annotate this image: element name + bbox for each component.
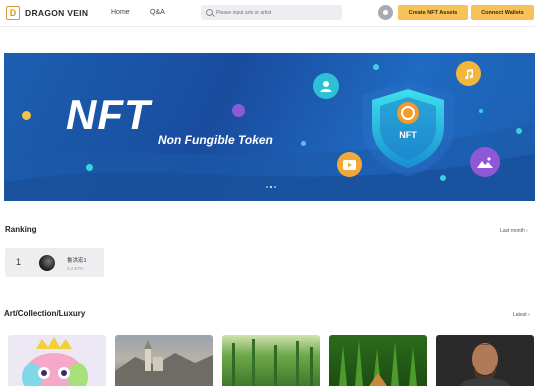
chevron-right-icon: › — [528, 312, 530, 318]
connect-wallets-button[interactable]: Connect Wallets — [471, 5, 534, 20]
carousel-indicator[interactable] — [274, 186, 276, 188]
collection-title: Art/Collection/Luxury — [4, 309, 86, 318]
grass-field-image — [339, 339, 417, 386]
decor-dot — [516, 128, 522, 134]
decor-dot — [301, 141, 306, 146]
top-nav-bar: D DRAGON VEIN Home Q&A Create NFT Assets… — [0, 0, 535, 27]
nft-card-image[interactable] — [115, 335, 213, 386]
banner-title: NFT — [66, 91, 151, 138]
image-bubble-icon — [470, 147, 500, 177]
search-input[interactable] — [213, 8, 338, 17]
nft-card-image[interactable] — [436, 335, 534, 386]
decor-dot — [22, 111, 31, 120]
decor-dot — [479, 109, 483, 113]
decor-dot — [86, 164, 93, 171]
artist-avatar — [39, 255, 55, 271]
portrait-man-image — [460, 343, 510, 386]
carousel-indicator-active[interactable] — [270, 186, 272, 188]
nav-qa-link[interactable]: Q&A — [150, 9, 165, 16]
carousel-indicator[interactable] — [266, 186, 268, 188]
shield-label: NFT — [399, 130, 417, 140]
nft-card-image[interactable] — [222, 335, 320, 386]
music-bubble-icon — [456, 61, 481, 86]
banner-subtitle: Non Fungible Token — [158, 133, 273, 147]
ranking-filter-label: Last month — [500, 228, 525, 234]
search-icon — [206, 9, 213, 16]
cartoon-character-image — [22, 337, 88, 386]
nav-home-link[interactable]: Home — [111, 9, 130, 16]
decor-dot — [373, 64, 379, 70]
create-nft-assets-button[interactable]: Create NFT Assets — [398, 5, 468, 20]
nft-card-image[interactable] — [8, 335, 106, 386]
logo-text: DRAGON VEIN — [25, 8, 89, 18]
chevron-right-icon: › — [526, 228, 528, 234]
ranking-title: Ranking — [5, 225, 37, 234]
user-avatar[interactable] — [378, 5, 393, 20]
search-box[interactable] — [201, 5, 342, 20]
collection-filter[interactable]: Latest › — [513, 312, 530, 318]
ranking-item[interactable]: 1 鲁洪宏1 0.2 ETH — [5, 248, 104, 277]
decor-dot — [232, 104, 245, 117]
dragon-vein-logo-icon: D — [6, 6, 20, 20]
nft-shield-icon: NFT — [362, 81, 454, 177]
user-bubble-icon — [313, 73, 339, 99]
logo[interactable]: D DRAGON VEIN — [6, 6, 88, 20]
collection-filter-label: Latest — [513, 312, 527, 318]
artist-amount: 0.2 ETH — [67, 266, 84, 271]
nft-card-image[interactable] — [329, 335, 427, 386]
castle-landscape-image — [115, 340, 213, 386]
ranking-filter[interactable]: Last month › — [500, 228, 528, 234]
hero-banner[interactable]: NFT Non Fungible Token NFT — [4, 53, 535, 201]
artist-name: 鲁洪宏1 — [67, 258, 87, 264]
rank-number: 1 — [16, 257, 22, 267]
bamboo-forest-image — [232, 339, 313, 386]
user-icon — [383, 10, 388, 15]
